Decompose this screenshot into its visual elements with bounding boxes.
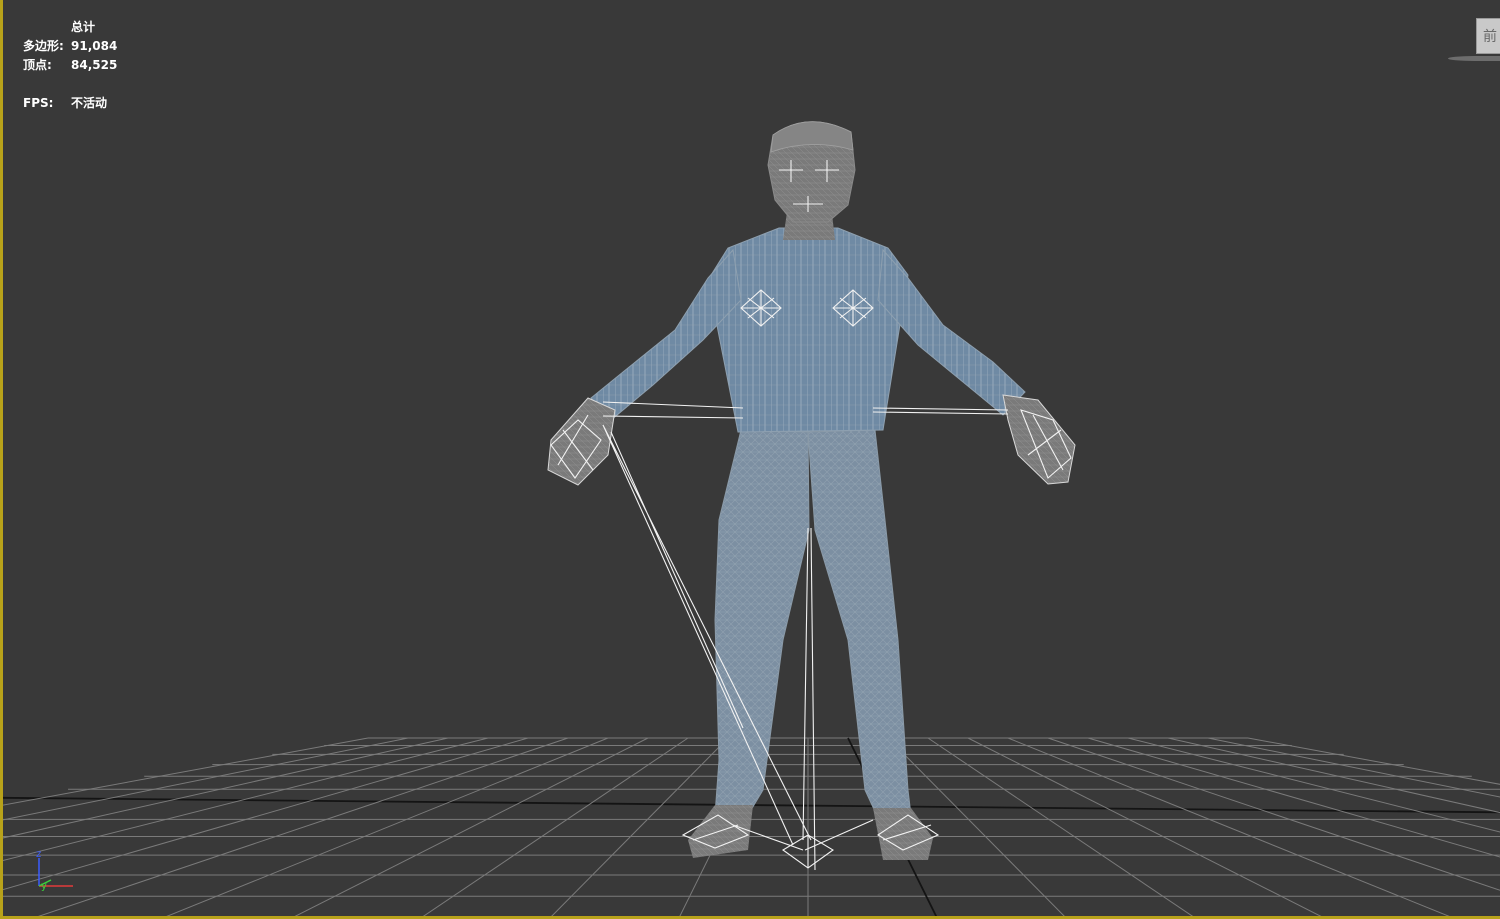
stats-header: 总计: [71, 20, 96, 34]
stats-polygons-row: 多边形: 91,084: [23, 37, 117, 56]
right-arm-mesh: [877, 248, 1026, 416]
fps-value: 不活动: [71, 96, 108, 110]
grid-column-line: [1167, 737, 1500, 814]
grid-column-line: [3, 737, 369, 806]
left-hand-mesh: [547, 397, 616, 486]
torso-mesh: [707, 227, 909, 433]
grid-column-line: [38, 737, 569, 916]
axis-y-label: y: [41, 881, 47, 892]
stats-fps-row: FPS: 不活动: [23, 94, 117, 113]
scene-statistics: 总计 多边形: 91,084 顶点: 84,525 FPS: 不活动: [23, 18, 117, 113]
character-mesh[interactable]: [547, 121, 1076, 860]
polygons-value: 91,084: [71, 39, 118, 53]
viewport-scene[interactable]: z y: [3, 0, 1500, 919]
grid-column-line: [1207, 737, 1500, 798]
grid-column-line: [3, 737, 529, 891]
viewcube-front-face[interactable]: 前: [1476, 18, 1500, 54]
axis-z-label: z: [36, 849, 41, 860]
grid-column-line: [967, 737, 1322, 916]
stats-vertices-row: 顶点: 84,525: [23, 56, 117, 75]
grid-column-line: [1247, 737, 1500, 785]
grid-column-line: [3, 737, 409, 821]
grid-column-line: [166, 737, 609, 916]
viewcube-compass-ring[interactable]: [1448, 56, 1500, 61]
perspective-viewport[interactable]: z y 总计 多边形: 91,084 顶点: 84,525 FPS: 不活动 前: [0, 0, 1500, 919]
grid-column-line: [1087, 737, 1500, 858]
grid-column-line: [422, 737, 689, 916]
fps-label: FPS:: [23, 96, 54, 110]
left-leg-mesh: [714, 429, 810, 816]
grid-column-line: [1007, 737, 1450, 916]
vertices-label: 顶点:: [23, 58, 52, 72]
polygons-label: 多边形:: [23, 39, 64, 53]
grid-column-line: [927, 737, 1194, 916]
grid-column-line: [294, 737, 649, 916]
viewcube-label: 前: [1483, 29, 1497, 45]
vertices-value: 84,525: [71, 58, 118, 72]
grid-column-line: [3, 737, 489, 862]
right-hand-mesh: [1002, 394, 1076, 485]
grid-column-line: [1047, 737, 1500, 891]
